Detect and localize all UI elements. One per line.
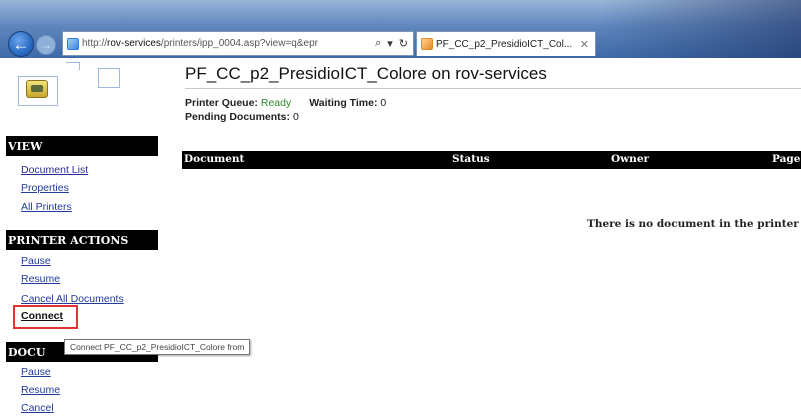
document-action-resume[interactable]: Resume	[21, 384, 60, 396]
browser-chrome: ← → http://rov-services/printers/ipp_000…	[0, 0, 801, 58]
column-owner: Owner	[611, 153, 650, 165]
chrome-shade	[601, 0, 801, 58]
column-document: Document	[184, 153, 245, 165]
tab-printer[interactable]: PF_CC_p2_PresidioICT_Col... ✕	[416, 31, 596, 56]
sidebar-link-properties[interactable]: Properties	[21, 182, 69, 194]
sidebar-link-all-printers[interactable]: All Printers	[21, 201, 72, 213]
document-action-cancel[interactable]: Cancel	[21, 402, 54, 414]
forward-arrow-icon: →	[40, 38, 52, 52]
column-pages: Page	[772, 153, 801, 165]
dropdown-icon[interactable]: ▾	[387, 37, 393, 50]
waiting-time-label: Waiting Time:	[309, 97, 378, 109]
printer-action-connect[interactable]: Connect	[21, 310, 63, 322]
page-icon	[67, 37, 79, 50]
back-button[interactable]: ←	[8, 31, 34, 57]
address-icons: ⌕ ▾ ↻	[370, 37, 413, 50]
page-title: PF_CC_p2_PresidioICT_Colore on rov-servi…	[185, 64, 547, 83]
url-text[interactable]: http://rov-services/printers/ipp_0004.as…	[82, 38, 370, 49]
tab-favicon-icon	[421, 38, 433, 50]
close-icon[interactable]: ✕	[574, 38, 595, 51]
queue-status-value: Ready	[260, 97, 292, 109]
view-heading: VIEW	[6, 136, 158, 156]
printer-actions-heading: PRINTER ACTIONS	[6, 230, 158, 250]
printer-action-pause[interactable]: Pause	[21, 255, 51, 267]
document-table-header: Document Status Owner Page	[182, 151, 801, 169]
pending-row: Pending Documents: 0	[185, 111, 299, 123]
forward-button[interactable]: →	[36, 35, 56, 55]
address-bar[interactable]: http://rov-services/printers/ipp_0004.as…	[62, 31, 414, 56]
title-divider	[185, 88, 801, 89]
refresh-icon[interactable]: ↻	[399, 37, 408, 50]
pending-value: 0	[292, 111, 299, 123]
printer-icon	[26, 80, 48, 98]
back-arrow-icon: ←	[12, 34, 30, 54]
printer-action-resume[interactable]: Resume	[21, 273, 60, 285]
waiting-time-value: 0	[380, 97, 387, 109]
sidebar-link-document-list[interactable]: Document List	[21, 164, 88, 176]
connect-tooltip: Connect PF_CC_p2_PresidioICT_Colore from	[64, 339, 251, 355]
document-action-pause[interactable]: Pause	[21, 366, 51, 378]
printer-logo	[10, 62, 120, 106]
queue-status-row: Printer Queue: Ready Waiting Time: 0	[185, 97, 386, 109]
printer-action-cancel-all[interactable]: Cancel All Documents	[21, 293, 124, 305]
pending-label: Pending Documents:	[185, 111, 291, 123]
empty-queue-message: There is no document in the printer	[587, 218, 799, 230]
search-icon[interactable]: ⌕	[375, 37, 381, 50]
tab-title: PF_CC_p2_PresidioICT_Col...	[436, 38, 573, 50]
column-status: Status	[452, 153, 490, 165]
queue-label: Printer Queue:	[185, 97, 258, 109]
